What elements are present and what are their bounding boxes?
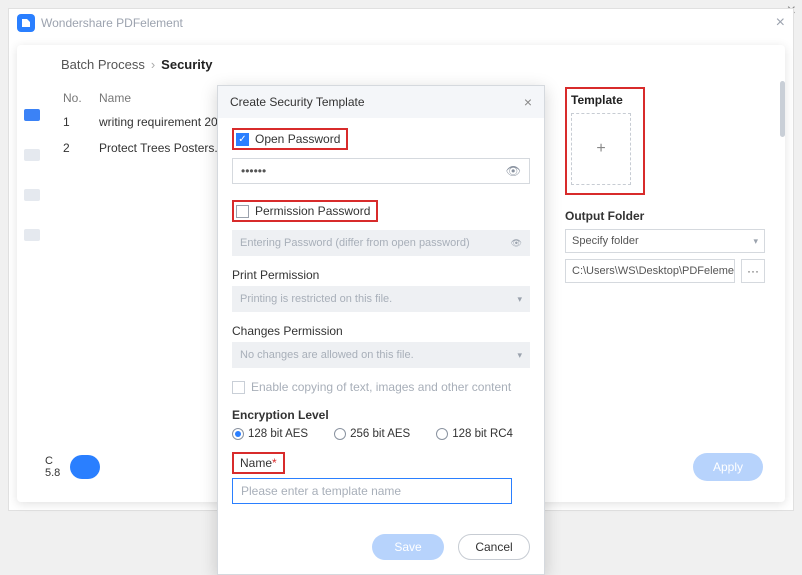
enable-copy-label: Enable copying of text, images and other… — [251, 380, 511, 394]
breadcrumb: Batch Process › Security — [17, 45, 785, 76]
required-asterisk: * — [272, 456, 277, 470]
app-title: Wondershare PDFelement — [41, 16, 183, 30]
enc-256-aes[interactable]: 256 bit AES — [334, 428, 410, 440]
encryption-options: 128 bit AES 256 bit AES 128 bit RC4 — [232, 428, 530, 440]
changes-permission-label: Changes Permission — [232, 324, 530, 338]
row-no: 2 — [63, 141, 99, 155]
template-label: Template — [571, 93, 639, 107]
output-folder-label: Output Folder — [565, 209, 765, 223]
add-file-button[interactable] — [70, 455, 100, 479]
enable-copy-checkbox — [232, 381, 245, 394]
chevron-down-icon: ▾ — [753, 236, 758, 247]
permission-password-checkbox[interactable] — [236, 205, 249, 218]
browse-button[interactable]: ··· — [741, 259, 765, 283]
modal-close-icon[interactable]: × — [524, 94, 532, 110]
print-permission-select: Printing is restricted on this file. ▾ — [232, 286, 530, 312]
name-highlight: Name* — [232, 452, 285, 474]
radio-icon — [232, 428, 244, 440]
breadcrumb-current: Security — [161, 57, 212, 72]
output-folder-select[interactable]: Specify folder ▾ — [565, 229, 765, 253]
radio-icon — [436, 428, 448, 440]
row-no: 1 — [63, 115, 99, 129]
cancel-button[interactable]: Cancel — [458, 534, 530, 560]
modal-title: Create Security Template — [230, 95, 365, 109]
changes-permission-select: No changes are allowed on this file. ▾ — [232, 342, 530, 368]
enc-128-rc4[interactable]: 128 bit RC4 — [436, 428, 513, 440]
template-name-input[interactable] — [232, 478, 512, 504]
output-path: C:\Users\WS\Desktop\PDFelement\Sec — [565, 259, 735, 283]
app-window: Wondershare PDFelement × Batch Process ›… — [8, 8, 794, 511]
col-no: No. — [63, 91, 99, 105]
open-password-input[interactable]: •••••• 👁 — [232, 158, 530, 184]
plus-icon: + — [596, 140, 605, 158]
close-icon[interactable]: × — [776, 14, 785, 32]
status-c: C — [45, 455, 60, 467]
apply-button[interactable]: Apply — [693, 453, 763, 481]
output-folder-value: Specify folder — [572, 235, 639, 247]
rail-icon-1[interactable] — [24, 109, 40, 121]
save-button[interactable]: Save — [372, 534, 444, 560]
rail-icon-2[interactable] — [24, 149, 40, 161]
radio-icon — [334, 428, 346, 440]
left-rail — [17, 79, 47, 502]
rail-icon-3[interactable] — [24, 189, 40, 201]
add-template-button[interactable]: + — [571, 113, 631, 185]
chevron-down-icon: ▾ — [517, 294, 522, 305]
create-security-template-modal: Create Security Template × ✓ Open Passwo… — [217, 85, 545, 575]
app-logo — [17, 14, 35, 32]
print-permission-label: Print Permission — [232, 268, 530, 282]
template-section: Template + — [565, 87, 645, 195]
open-password-label: Open Password — [255, 132, 340, 146]
name-label: Name — [240, 456, 272, 470]
workspace: Batch Process › Security No. Name 1 writ… — [17, 45, 785, 502]
rail-icon-4[interactable] — [24, 229, 40, 241]
eye-icon[interactable]: 👁 — [506, 164, 521, 178]
status-val: 5.8 — [45, 467, 60, 479]
right-panel: Template + Output Folder Specify folder … — [565, 79, 765, 283]
breadcrumb-sep: › — [151, 57, 155, 72]
titlebar: Wondershare PDFelement × — [9, 9, 793, 37]
permission-password-label: Permission Password — [255, 204, 370, 218]
permission-password-input: Entering Password (differ from open pass… — [232, 230, 530, 256]
scrollbar[interactable] — [780, 81, 785, 137]
breadcrumb-root[interactable]: Batch Process — [61, 57, 145, 72]
open-password-value: •••••• — [241, 164, 266, 178]
chevron-down-icon: ▾ — [517, 350, 522, 361]
eye-icon-disabled: 👁 — [511, 238, 522, 249]
enc-128-aes[interactable]: 128 bit AES — [232, 428, 308, 440]
permission-password-highlight: Permission Password — [232, 200, 378, 222]
open-password-checkbox[interactable]: ✓ — [236, 133, 249, 146]
encryption-label: Encryption Level — [232, 408, 530, 422]
open-password-highlight: ✓ Open Password — [232, 128, 348, 150]
